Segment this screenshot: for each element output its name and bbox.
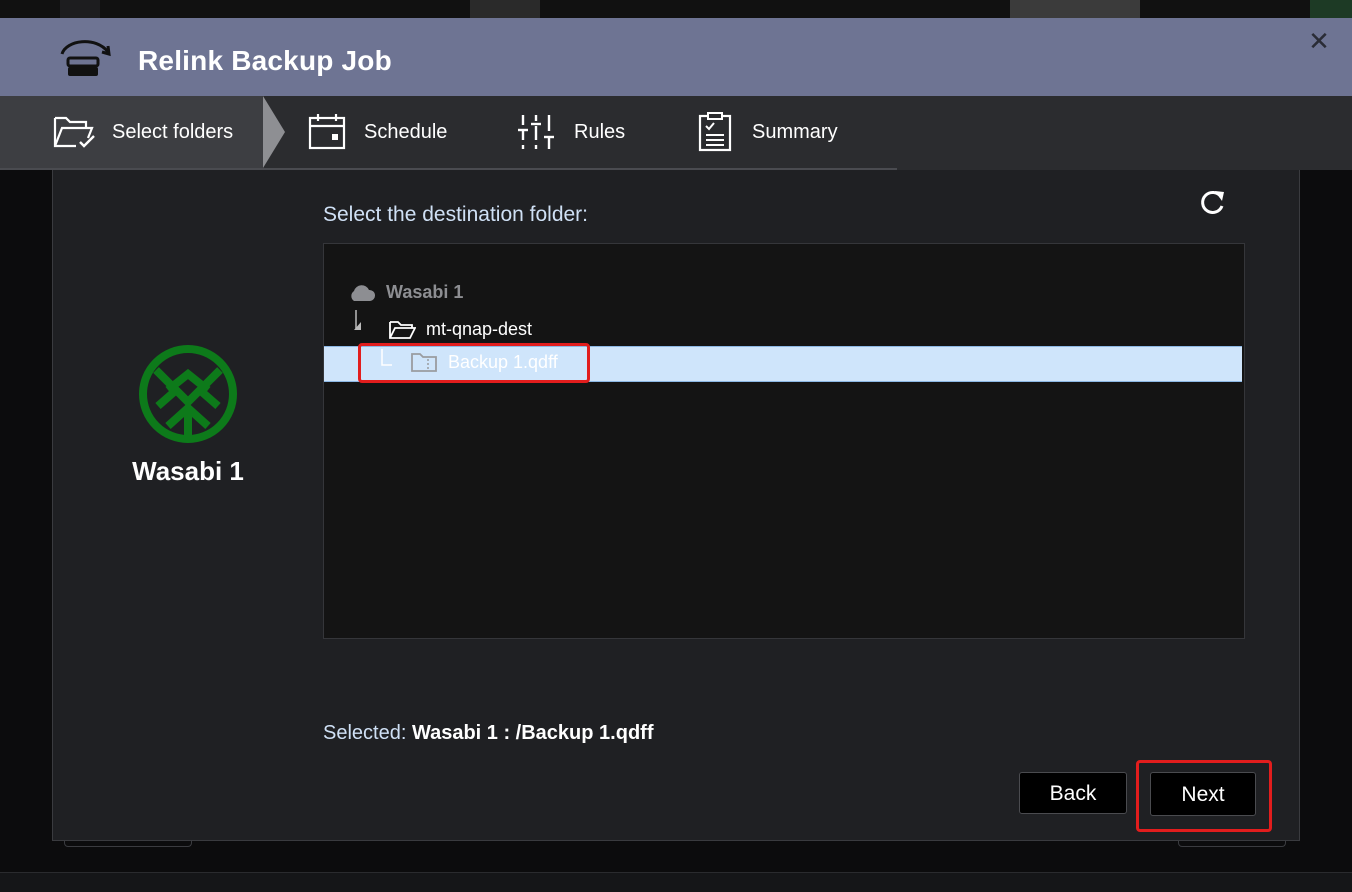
step-schedule[interactable]: Schedule (304, 96, 447, 168)
selected-path-label: Selected: (323, 722, 407, 744)
wizard-content: Wasabi 1 Select the destination folder: … (52, 170, 1300, 841)
source-name: Wasabi 1 (132, 456, 244, 486)
folder-open-icon (389, 321, 416, 339)
tree-item-label: mt-qnap-dest (426, 318, 533, 339)
wasabi-logo (139, 345, 237, 443)
dialog-title: Relink Backup Job (138, 45, 392, 76)
wizard-steps: Select folders Schedule Rules Summary (0, 96, 1352, 170)
step-summary[interactable]: Summary (692, 96, 838, 168)
clipboard-icon (698, 112, 732, 152)
destination-prompt: Select the destination folder: (323, 203, 589, 226)
step-rules[interactable]: Rules (514, 96, 625, 168)
tree-item-bucket[interactable]: mt-qnap-dest (388, 318, 532, 340)
refresh-icon[interactable] (1197, 188, 1227, 218)
back-button[interactable]: Back (1019, 772, 1127, 814)
selected-path: Selected: Wasabi 1 : /Backup 1.qdff (323, 722, 653, 745)
folder-tree: Wasabi 1 mt-qnap-dest Backup 1.qdff (323, 243, 1245, 639)
step-label: Schedule (364, 120, 448, 143)
step-select-folders[interactable]: Select folders (0, 96, 263, 168)
folder-check-icon (53, 116, 95, 148)
step-label: Summary (752, 120, 838, 143)
cloud-icon (351, 284, 376, 301)
step-label: Select folders (112, 120, 234, 143)
next-button[interactable]: Next (1150, 772, 1256, 816)
sliders-icon (518, 115, 554, 149)
background-app-strip (0, 0, 1352, 18)
chevron-right-icon (263, 96, 285, 168)
relink-backup-job-dialog: Relink Backup Job ✕ Select folders Sched… (0, 18, 1352, 872)
close-button[interactable]: ✕ (1306, 28, 1332, 54)
tree-connector-icon (354, 310, 361, 330)
tree-root[interactable]: Wasabi 1 (348, 282, 463, 303)
calendar-icon (308, 114, 346, 150)
dialog-titlebar: Relink Backup Job ✕ (0, 18, 1352, 96)
backup-sync-icon (60, 40, 111, 76)
background-app-footer (0, 872, 1352, 892)
selected-path-value: Wasabi 1 : /Backup 1.qdff (411, 722, 654, 744)
step-label: Rules (574, 120, 626, 143)
tree-root-label: Wasabi 1 (386, 282, 464, 302)
annotation-highlight-box (358, 343, 590, 383)
